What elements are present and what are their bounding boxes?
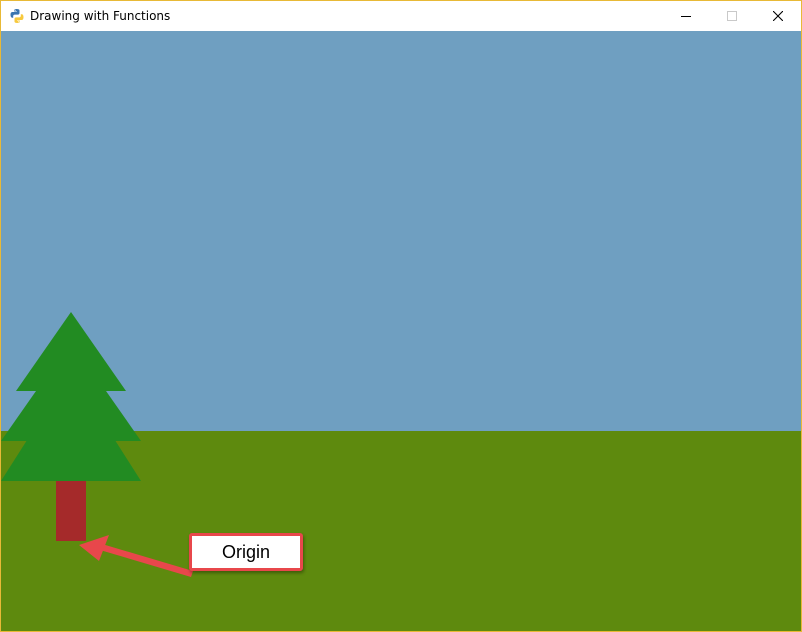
sky <box>1 31 801 431</box>
close-button[interactable] <box>755 1 801 31</box>
minimize-icon <box>681 16 691 17</box>
window-title: Drawing with Functions <box>30 9 171 23</box>
drawing-canvas <box>1 31 801 631</box>
maximize-icon <box>727 11 737 21</box>
tree-trunk <box>56 481 86 541</box>
origin-label: Origin <box>221 542 270 562</box>
origin-callout: Origin <box>189 533 303 571</box>
title-bar[interactable]: Drawing with Functions <box>1 1 801 31</box>
close-icon <box>773 11 783 21</box>
python-icon <box>10 9 24 23</box>
app-window: Drawing with Functions Origin <box>0 0 802 632</box>
minimize-button[interactable] <box>663 1 709 31</box>
maximize-button[interactable] <box>709 1 755 31</box>
